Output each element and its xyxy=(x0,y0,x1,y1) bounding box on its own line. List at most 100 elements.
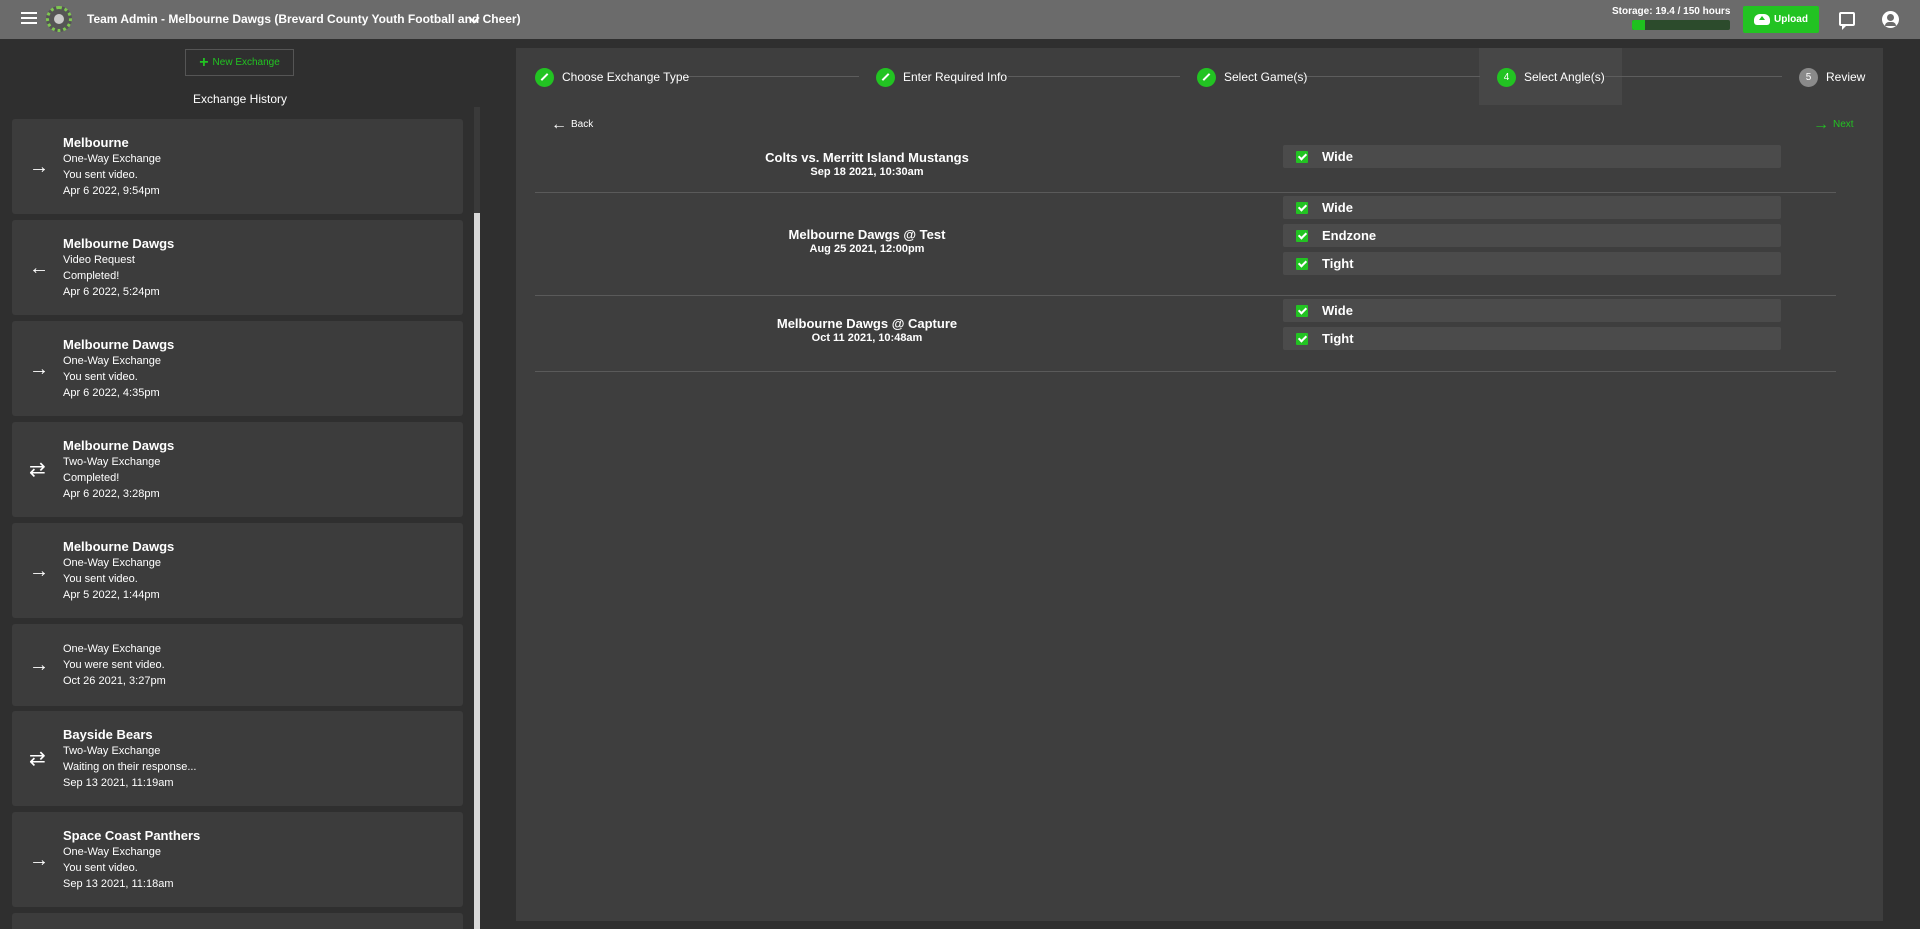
history-item-name: Bayside Bears xyxy=(63,727,153,742)
game-row: Melbourne Dawgs @ Test Aug 25 2021, 12:00… xyxy=(535,193,1836,296)
history-item-status: You sent video. xyxy=(63,573,138,585)
history-item-status: You sent video. xyxy=(63,862,138,874)
history-item[interactable]: ← Melbourne Dawgs Video Request Completed! A… xyxy=(12,220,463,315)
history-item[interactable]: → Melbourne Dawgs One-Way Exchange You sent… xyxy=(12,321,463,416)
new-exchange-button[interactable]: + New Exchange xyxy=(185,49,294,76)
checkbox-checked-icon[interactable] xyxy=(1296,229,1308,242)
step-label: Select Game(s) xyxy=(1224,70,1308,84)
next-button[interactable]: → Next xyxy=(1813,116,1854,132)
history-item[interactable] xyxy=(12,913,463,929)
game-info: Melbourne Dawgs @ Test Aug 25 2021, 12:00… xyxy=(535,227,1199,255)
arrow-right-icon: → xyxy=(29,654,49,676)
step-3[interactable]: Select Game(s) xyxy=(1197,66,1307,88)
angle-label: Wide xyxy=(1322,303,1353,318)
arrow-left-icon: ← xyxy=(551,115,567,133)
history-item-status: Completed! xyxy=(63,270,120,282)
step-1[interactable]: Choose Exchange Type xyxy=(535,66,689,88)
step-connector xyxy=(1605,76,1782,77)
game-info: Melbourne Dawgs @ Capture Oct 11 2021, 10… xyxy=(535,316,1199,344)
step-2[interactable]: Enter Required Info xyxy=(876,66,1007,88)
history-item-date: Apr 6 2022, 5:24pm xyxy=(63,286,160,298)
checkbox-checked-icon[interactable] xyxy=(1296,201,1308,214)
angle-option[interactable]: Endzone xyxy=(1283,224,1781,247)
history-item-status: You sent video. xyxy=(63,169,138,181)
history-item[interactable]: → Melbourne Dawgs One-Way Exchange You sent… xyxy=(12,523,463,618)
history-item-date: Apr 5 2022, 1:44pm xyxy=(63,589,160,601)
history-item-status: You sent video. xyxy=(63,371,138,383)
step-5[interactable]: 5 Review xyxy=(1799,66,1865,88)
game-name: Colts vs. Merritt Island Mustangs xyxy=(765,150,969,165)
account-icon[interactable] xyxy=(1882,11,1899,28)
swap-icon: ⇄ xyxy=(29,748,46,770)
history-item-date: Sep 13 2021, 11:19am xyxy=(63,777,174,789)
game-name: Melbourne Dawgs @ Test xyxy=(788,227,946,242)
arrow-right-icon: → xyxy=(29,156,49,178)
history-item-date: Apr 6 2022, 4:35pm xyxy=(63,387,160,399)
history-item-date: Apr 6 2022, 3:28pm xyxy=(63,488,160,500)
chat-icon[interactable] xyxy=(1839,12,1855,30)
sidebar-scrollbar-thumb[interactable] xyxy=(474,213,480,929)
history-item[interactable]: ⇄ Bayside Bears Two-Way Exchange Waiting on… xyxy=(12,711,463,806)
history-item-status: You were sent video. xyxy=(63,659,165,671)
team-logo xyxy=(46,6,72,32)
game-info: Colts vs. Merritt Island Mustangs Sep 18 … xyxy=(535,150,1199,178)
game-date: Aug 25 2021, 12:00pm xyxy=(809,243,925,255)
upload-button[interactable]: Upload xyxy=(1743,6,1819,33)
angle-label: Wide xyxy=(1322,200,1353,215)
new-exchange-label: New Exchange xyxy=(212,57,280,68)
history-item[interactable]: → One-Way Exchange You were sent video. Oct… xyxy=(12,624,463,706)
history-item[interactable]: → Space Coast Panthers One-Way Exchange You… xyxy=(12,812,463,907)
step-4[interactable]: 4 Select Angle(s) xyxy=(1497,66,1605,88)
game-name: Melbourne Dawgs @ Capture xyxy=(776,316,958,331)
angle-option[interactable]: Wide xyxy=(1283,196,1781,219)
game-row: Colts vs. Merritt Island Mustangs Sep 18 … xyxy=(535,142,1836,193)
cloud-upload-icon xyxy=(1754,14,1771,25)
history-item-status: Waiting on their response... xyxy=(63,761,197,773)
upload-label: Upload xyxy=(1774,14,1808,25)
angle-option[interactable]: Wide xyxy=(1283,299,1781,322)
history-item-date: Apr 6 2022, 9:54pm xyxy=(63,185,160,197)
history-item[interactable]: → Melbourne One-Way Exchange You sent video… xyxy=(12,119,463,214)
exchange-history-title: Exchange History xyxy=(192,92,288,106)
angle-label: Tight xyxy=(1322,256,1354,271)
step-connector xyxy=(1008,76,1180,77)
history-item-type: Two-Way Exchange xyxy=(63,456,161,468)
history-item-name: Melbourne Dawgs xyxy=(63,438,175,453)
back-button[interactable]: ← Back xyxy=(551,115,593,133)
history-item-name: Melbourne Dawgs xyxy=(63,337,175,352)
exchange-wizard-panel: Choose Exchange Type Enter Required Info S… xyxy=(516,48,1883,921)
history-item-text: Melbourne Dawgs Two-Way Exchange Completed… xyxy=(63,438,174,502)
menu-icon[interactable] xyxy=(21,12,37,26)
angle-option[interactable]: Wide xyxy=(1283,145,1781,168)
game-date: Oct 11 2021, 10:48am xyxy=(811,332,923,344)
game-date: Sep 18 2021, 10:30am xyxy=(810,166,924,178)
history-item[interactable]: ⇄ Melbourne Dawgs Two-Way Exchange Complete… xyxy=(12,422,463,517)
storage-indicator: Storage: 19.4 / 150 hours xyxy=(1612,6,1737,30)
angle-label: Wide xyxy=(1322,149,1353,164)
wizard-stepper: Choose Exchange Type Enter Required Info S… xyxy=(516,48,1883,105)
step-label: Select Angle(s) xyxy=(1524,70,1605,84)
step-label: Review xyxy=(1826,70,1866,84)
angle-label: Endzone xyxy=(1322,228,1377,243)
exchange-history-list: → Melbourne One-Way Exchange You sent video… xyxy=(12,119,463,929)
game-row: Melbourne Dawgs @ Capture Oct 11 2021, 10… xyxy=(535,296,1836,372)
history-item-name: Space Coast Panthers xyxy=(63,828,201,843)
checkbox-checked-icon[interactable] xyxy=(1296,332,1308,345)
angle-option[interactable]: Tight xyxy=(1283,252,1781,275)
checkbox-checked-icon[interactable] xyxy=(1296,150,1308,163)
pencil-icon xyxy=(1197,67,1216,87)
storage-progress-fill xyxy=(1632,20,1645,30)
angle-option[interactable]: Tight xyxy=(1283,327,1781,350)
checkbox-checked-icon[interactable] xyxy=(1296,304,1308,317)
arrow-right-icon: → xyxy=(29,560,49,582)
step-connector xyxy=(1303,76,1480,77)
checkbox-checked-icon[interactable] xyxy=(1296,257,1308,270)
next-label: Next xyxy=(1833,119,1854,130)
history-item-text: One-Way Exchange You were sent video. Oct … xyxy=(63,641,166,689)
step-number: 4 xyxy=(1497,67,1516,87)
team-selector-label[interactable]: Team Admin - Melbourne Dawgs (Brevard Co… xyxy=(87,12,521,26)
pencil-icon xyxy=(876,67,895,87)
history-item-date: Sep 13 2021, 11:18am xyxy=(63,878,174,890)
history-item-text: Space Coast Panthers One-Way Exchange You … xyxy=(63,828,200,892)
step-label: Enter Required Info xyxy=(903,70,1008,84)
